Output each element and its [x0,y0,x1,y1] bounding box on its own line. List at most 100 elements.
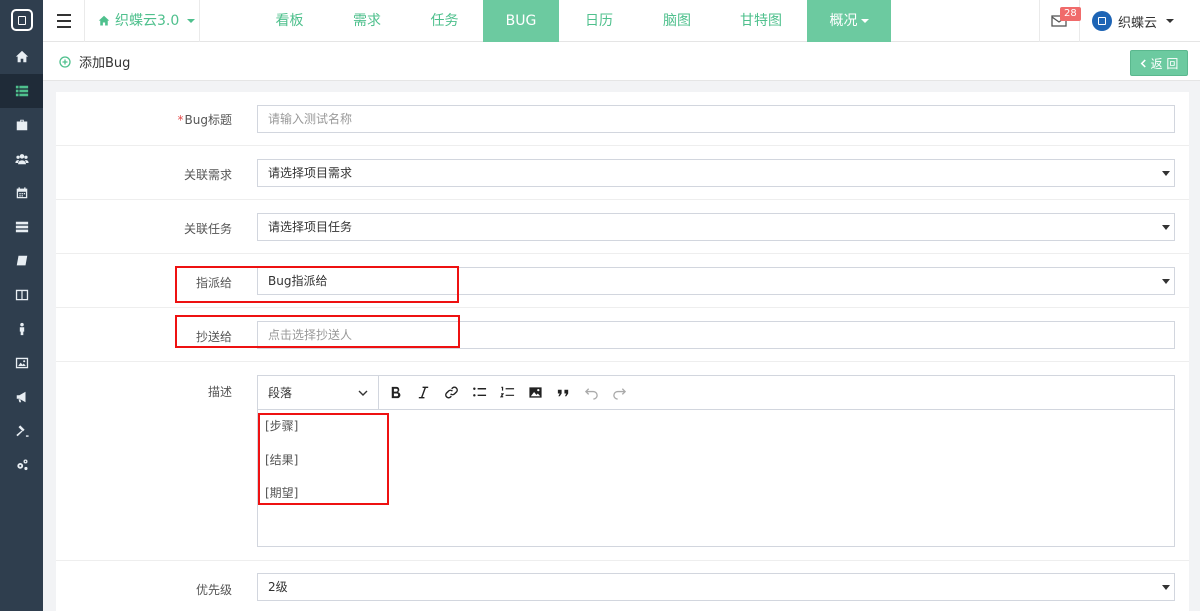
chevron-down-icon [187,19,196,23]
nav-tab-0[interactable]: 看板 [251,0,328,42]
chevron-down-icon [1162,171,1170,176]
sidebar-item-list[interactable] [0,74,43,108]
list-icon [15,85,28,97]
sidebar-item-tools[interactable] [0,414,43,448]
home-icon [15,50,28,63]
cc-field[interactable] [257,321,1175,349]
form-row-task: 关联任务 请选择项目任务 [56,200,1189,254]
undo-icon [584,388,598,400]
redo-icon [612,388,626,400]
nav-tab-6[interactable]: 甘特图 [715,0,807,42]
user-menu[interactable]: 织蝶云 [1078,0,1200,42]
nav-tab-2[interactable]: 任务 [406,0,483,42]
sidebar-item-images[interactable] [0,346,43,380]
image-icon [15,357,28,369]
server-icon [15,221,28,233]
blockquote-button[interactable] [549,376,577,409]
sidebar-item-columns[interactable] [0,278,43,312]
link-icon [444,386,458,399]
main-nav: 看板 需求 任务 BUG 日历 脑图 甘特图 概况 [251,0,891,42]
form-row-title: *Bug标题 [56,92,1189,146]
sidebar-item-person[interactable] [0,312,43,346]
chevron-down-icon [1162,585,1170,590]
task-label: 关联任务 [183,222,232,236]
users-icon [14,154,29,165]
numbered-list-button[interactable] [493,376,521,409]
page-header: 添加Bug 返 回 [43,42,1200,81]
top-navbar: 织蝶云3.0 看板 需求 任务 BUG 日历 脑图 甘特图 概况 28 织蝶云 [43,0,1200,42]
hamburger-icon [56,12,71,30]
user-name: 织蝶云 [1117,15,1157,31]
home-icon [98,15,110,26]
italic-button[interactable] [409,376,437,409]
nav-tab-1[interactable]: 需求 [328,0,406,42]
columns-icon [15,289,28,301]
description-editor[interactable]: 段落 [步骤] [结果] [期望] [257,375,1175,547]
redo-button[interactable] [605,376,633,409]
project-name: 织蝶云3.0 [115,13,180,29]
link-button[interactable] [437,376,465,409]
editor-content[interactable]: [步骤] [结果] [期望] [258,410,1174,527]
book-icon [16,255,27,266]
briefcase-icon [16,119,27,131]
title-field[interactable] [257,105,1175,133]
italic-icon [418,386,428,399]
editor-line: [结果] [265,452,299,467]
calendar-icon [16,187,27,199]
chevron-down-icon [1162,225,1170,230]
assignee-select[interactable]: Bug指派给 [257,267,1175,295]
nav-tab-5[interactable]: 脑图 [639,0,715,42]
chevron-down-icon [860,19,869,23]
editor-toolbar: 段落 [258,376,1174,410]
back-button[interactable]: 返 回 [1130,50,1188,76]
insert-image-button[interactable] [521,376,549,409]
plus-circle-icon [59,55,71,68]
sidebar-item-projects[interactable] [0,108,43,142]
sidebar-item-home[interactable] [0,40,43,74]
project-switcher[interactable]: 织蝶云3.0 [98,0,196,42]
form-row-cc: 抄送给 [56,308,1189,362]
sidebar-item-members[interactable] [0,142,43,176]
chevron-left-icon [1140,58,1146,68]
assignee-label: 指派给 [195,276,232,290]
quote-icon [557,389,568,397]
nav-tab-7[interactable]: 概况 [807,0,891,42]
avatar [1091,11,1112,31]
notification-badge: 28 [1059,7,1081,21]
nav-tab-3[interactable]: BUG [483,0,559,42]
chevron-down-icon [358,390,368,396]
bullet-list-button[interactable] [465,376,493,409]
bug-title-input[interactable] [268,106,1164,132]
notifications-button[interactable]: 28 [1038,0,1081,42]
logo-icon [10,9,33,31]
bullet-list-icon [472,387,486,397]
requirement-select[interactable]: 请选择项目需求 [257,159,1175,187]
megaphone-icon [16,391,25,403]
title-label: *Bug标题 [177,113,232,127]
nav-tab-4[interactable]: 日历 [559,0,639,42]
app-logo[interactable] [0,0,43,40]
sidebar-item-announce[interactable] [0,380,43,414]
sidebar-item-settings[interactable] [0,448,43,482]
bug-form: *Bug标题 关联需求 请选择项目需求 关联任务 请选择项目任务 指派给 Bug… [56,92,1189,611]
menu-toggle-button[interactable] [43,0,85,42]
cc-input[interactable] [268,322,1164,348]
page-title: 添加Bug [59,42,130,81]
form-row-priority: 优先级 2级 [56,561,1189,611]
editor-line: [期望] [265,486,299,500]
chevron-down-icon [1162,279,1170,284]
undo-button[interactable] [577,376,605,409]
priority-select[interactable]: 2级 [257,573,1175,601]
form-row-requirement: 关联需求 请选择项目需求 [56,146,1189,200]
bold-icon [391,386,400,399]
editor-line: [步骤] [265,419,299,433]
task-select[interactable]: 请选择项目任务 [257,213,1175,241]
sidebar-item-docs[interactable] [0,244,43,278]
sidebar-item-server[interactable] [0,210,43,244]
sidebar-item-calendar[interactable] [0,176,43,210]
image-icon [528,387,542,398]
bold-button[interactable] [381,376,409,409]
heading-select[interactable]: 段落 [258,376,379,409]
chevron-down-icon [1166,19,1174,23]
gears-icon [16,459,28,471]
